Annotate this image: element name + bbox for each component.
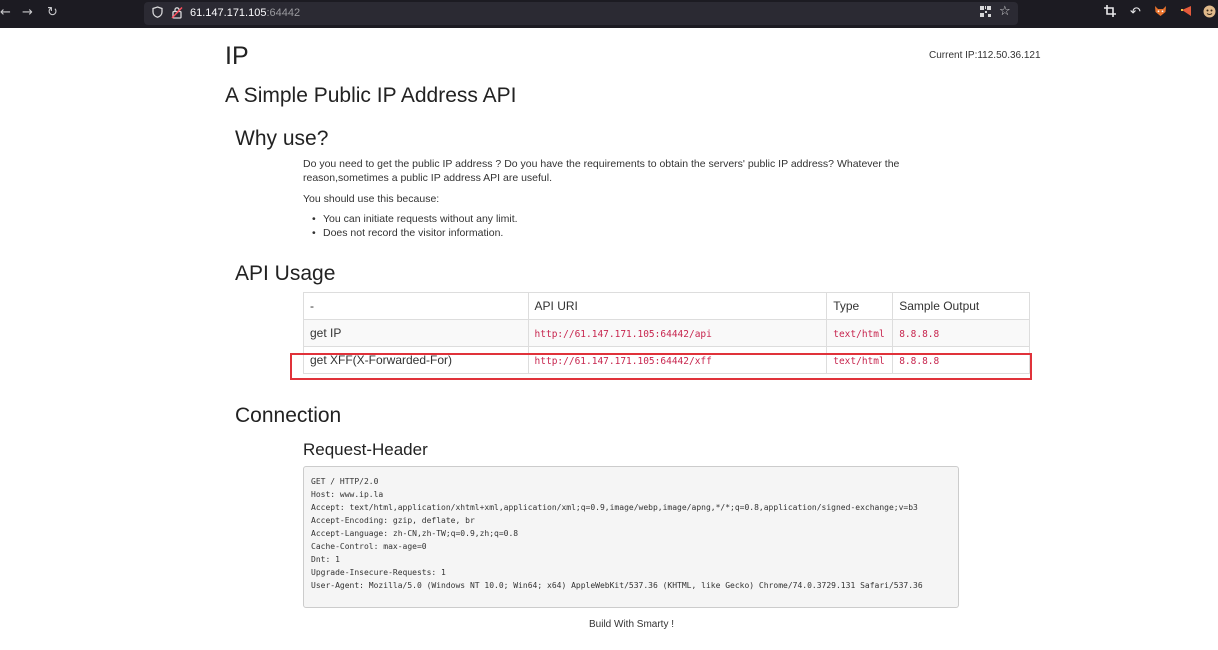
list-item: Does not record the visitor information. bbox=[303, 226, 518, 240]
api-uri-code: http://61.147.171.105:64442/api bbox=[534, 329, 712, 340]
list-item: You can initiate requests without any li… bbox=[303, 212, 518, 226]
bookmark-star-icon[interactable]: ☆ bbox=[999, 5, 1011, 19]
current-ip-label: Current IP:112.50.36.121 bbox=[929, 50, 1041, 61]
column-header: API URI bbox=[527, 292, 828, 320]
back-arrow-icon[interactable]: ← bbox=[0, 5, 11, 21]
address-bar[interactable]: 61.147.171.105:64442 ☆ bbox=[144, 2, 1018, 25]
page-subtitle: A Simple Public IP Address API bbox=[225, 84, 517, 107]
url-port: :64442 bbox=[266, 7, 301, 19]
lock-warning-icon[interactable] bbox=[171, 6, 183, 22]
connection-heading: Connection bbox=[235, 404, 342, 427]
why-lead: You should use this because: bbox=[303, 193, 440, 205]
api-usage-heading: API Usage bbox=[235, 262, 336, 285]
type-code: text/html bbox=[833, 329, 885, 340]
reload-icon[interactable]: ↻ bbox=[47, 5, 58, 21]
undo-icon[interactable]: ↶ bbox=[1130, 5, 1141, 21]
column-header: Sample Output bbox=[892, 292, 1030, 320]
output-code: 8.8.8.8 bbox=[899, 329, 940, 340]
row-name: get IP bbox=[303, 319, 529, 347]
table-row: get IP http://61.147.171.105:64442/api t… bbox=[303, 319, 1030, 347]
why-use-heading: Why use? bbox=[235, 127, 329, 150]
request-header-heading: Request-Header bbox=[303, 440, 428, 459]
why-bullet-list: You can initiate requests without any li… bbox=[303, 212, 518, 240]
footer-text: Build With Smarty ! bbox=[588, 619, 675, 630]
fox-extension-icon[interactable] bbox=[1154, 5, 1167, 22]
shield-icon[interactable] bbox=[152, 6, 163, 21]
crop-icon[interactable] bbox=[1104, 5, 1116, 22]
qr-code-icon[interactable] bbox=[980, 6, 991, 20]
request-header-code-block: GET / HTTP/2.0 Host: www.ip.la Accept: t… bbox=[303, 466, 959, 608]
avatar-extension-icon[interactable] bbox=[1203, 5, 1216, 23]
forward-arrow-icon[interactable]: → bbox=[22, 5, 33, 21]
row-output: 8.8.8.8 bbox=[892, 319, 1030, 347]
row-uri: http://61.147.171.105:64442/api bbox=[527, 319, 828, 347]
highlight-annotation-box bbox=[290, 353, 1032, 380]
page-title: IP bbox=[225, 42, 249, 70]
url-text[interactable]: 61.147.171.105:64442 bbox=[190, 7, 300, 20]
pin-extension-icon[interactable] bbox=[1180, 5, 1192, 22]
row-type: text/html bbox=[826, 319, 894, 347]
column-header: - bbox=[303, 292, 529, 320]
why-paragraph: Do you need to get the public IP address… bbox=[303, 158, 900, 184]
table-header-row: - API URI Type Sample Output bbox=[303, 292, 1030, 320]
browser-toolbar: ← → ↻ 61.147.171.105:64442 ☆ ↶ bbox=[0, 0, 1218, 28]
url-host: 61.147.171.105 bbox=[190, 7, 267, 19]
column-header: Type bbox=[826, 292, 894, 320]
